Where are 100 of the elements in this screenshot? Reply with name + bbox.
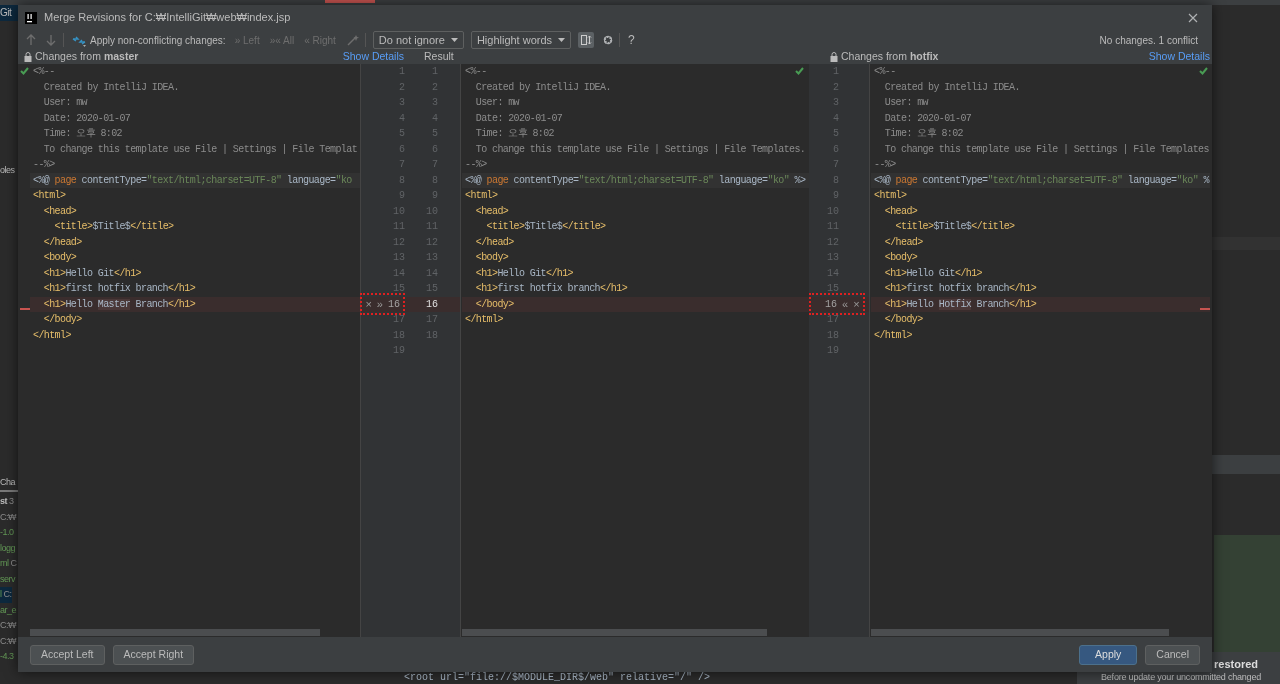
code-line: Created by IntelliJ IDEA. <box>42 80 179 95</box>
code-line: To change this template use File | Settings | File Templates. <box>474 142 806 157</box>
line-number: 16 <box>825 297 837 312</box>
code-line: User: mw <box>474 96 519 110</box>
arrow-down-icon <box>46 34 56 46</box>
code-line: Date: 2020-01-07 <box>883 111 972 126</box>
file-list-item[interactable]: C:₩ <box>0 633 16 649</box>
code-line: <head> <box>42 204 77 219</box>
code-line: <%@ page contentType="text/html;charset=UTF-8" language="ko <box>33 173 352 188</box>
file-list-item[interactable]: C:₩ <box>0 509 16 525</box>
lock-icon <box>24 52 32 62</box>
code-line: <title>$Title$</title> <box>53 220 174 234</box>
code-line: <title>$Title$</title> <box>485 220 606 234</box>
code-line: </html> <box>33 328 71 343</box>
file-list-item[interactable]: -1.0 <box>0 525 14 541</box>
code-line: </body> <box>883 313 923 327</box>
scrollbar[interactable] <box>30 629 321 636</box>
columns-icon <box>580 35 592 45</box>
gutter-action-button[interactable]: « <box>842 298 849 311</box>
file-list-item[interactable]: C:₩ <box>0 618 16 634</box>
code-line: <title>$Title$</title> <box>894 220 1015 234</box>
caret-icon <box>450 38 458 42</box>
lock-icon <box>830 52 838 62</box>
close-icon <box>1188 12 1198 23</box>
code-line: <h1>first hotfix branch</h1> <box>42 282 196 296</box>
code-line: Date: 2020-01-07 <box>42 111 131 126</box>
tab-indicator <box>325 0 375 3</box>
code-line: <h1>Hello Git</h1> <box>474 266 574 281</box>
code-line: </head> <box>42 235 82 250</box>
code-line: <body> <box>42 251 77 265</box>
arrow-up-icon <box>26 34 36 46</box>
code-line: --%> <box>465 158 487 172</box>
help-button[interactable]: ? <box>628 31 635 49</box>
gutter-action-button[interactable]: × <box>853 298 860 311</box>
code-line: <%@ page contentType="text/html;charset=UTF-8" language="ko" %> <box>465 173 806 188</box>
caret-icon <box>558 38 566 42</box>
code-line: <h1>Hello Git</h1> <box>42 266 142 281</box>
code-line: <h1>Hello Git</h1> <box>883 266 983 281</box>
file-list-item[interactable]: -4.3 <box>0 649 14 665</box>
toolbar-label: Apply non-conflicting changes: <box>90 33 226 48</box>
code-line: <head> <box>474 204 509 219</box>
scrollbar[interactable] <box>871 629 1170 636</box>
code-line: <root url="file://$MODULE_DIR$/web" relative="/" /> <box>404 672 711 684</box>
pane-header: Changes from hotfix <box>841 49 939 65</box>
tool-window-tab[interactable]: Git <box>0 5 18 21</box>
code-line: </body> <box>474 297 514 312</box>
code-line: User: mw <box>42 96 87 110</box>
code-line: <html> <box>465 189 498 203</box>
window-title: Merge Revisions for C:₩IntelliGit₩web₩index.jsp <box>44 10 291 26</box>
code-line: <h1>Hello Hotfix Branch</h1> <box>883 297 1037 312</box>
checkmark-icon <box>795 67 804 75</box>
dialog-button[interactable]: Cancel <box>1145 644 1200 665</box>
code-line: Time: 오후 8:02 <box>42 127 122 141</box>
conflict-marker <box>20 307 30 310</box>
app-logo-icon <box>25 11 37 24</box>
file-list-item[interactable]: logg <box>0 540 15 556</box>
line-number: 16 <box>388 297 400 312</box>
code-line: <html> <box>874 189 907 203</box>
gutter-action-button[interactable]: × <box>365 298 372 311</box>
code-line: <h1>first hotfix branch</h1> <box>474 282 628 296</box>
code-line: <%-- <box>33 65 55 79</box>
notification-title: restored <box>1214 658 1259 671</box>
show-details-link[interactable]: Show Details <box>1148 49 1210 65</box>
code-line: </html> <box>874 328 912 343</box>
line-number: 16 <box>426 297 438 312</box>
scrollbar[interactable] <box>462 629 768 636</box>
code-line: <body> <box>883 251 918 265</box>
code-line: --%> <box>33 158 55 172</box>
code-line: </html> <box>465 313 503 327</box>
code-line: </head> <box>474 235 514 250</box>
show-details-link[interactable]: Show Details <box>342 49 404 65</box>
primary-button[interactable]: Apply <box>1079 644 1138 665</box>
dropdown[interactable]: Highlight words <box>470 31 572 49</box>
dialog-button[interactable]: Accept Right <box>112 644 195 665</box>
wand-icon <box>346 34 359 46</box>
code-line: <body> <box>474 251 509 265</box>
pane-header: Result <box>424 49 454 65</box>
file-list-item[interactable]: st 3 <box>0 494 14 510</box>
status-text: No changes. 1 conflict <box>1099 33 1198 48</box>
layout-toggle-button[interactable] <box>578 32 595 48</box>
code-line: To change this template use File | Settings | File Templat <box>42 142 358 157</box>
code-line: <h1>Hello Master Branch</h1> <box>42 297 196 312</box>
code-line: <%-- <box>874 65 896 79</box>
code-line: Date: 2020-01-07 <box>474 111 563 126</box>
code-line: --%> <box>874 158 896 172</box>
file-list-item[interactable]: ml C <box>0 556 17 572</box>
file-list-item[interactable]: ar_e <box>0 602 16 618</box>
dropdown[interactable]: Do not ignore <box>372 31 464 49</box>
code-line: <html> <box>33 189 66 203</box>
file-list-item[interactable]: serv <box>0 571 15 587</box>
dialog-button[interactable]: Accept Left <box>30 644 105 665</box>
checkmark-icon <box>1199 67 1208 75</box>
code-line: <%-- <box>465 65 487 79</box>
gutter-action-button[interactable]: » <box>376 298 383 311</box>
code-line: </head> <box>883 235 923 250</box>
code-line: <%@ page contentType="text/html;charset=UTF-8" language="ko" % <box>874 173 1209 188</box>
notification-text: Before update your uncommitted changed <box>1101 671 1261 684</box>
panel-header <box>1212 455 1280 474</box>
checkmark-icon <box>20 67 29 75</box>
settings-icon <box>602 34 615 46</box>
